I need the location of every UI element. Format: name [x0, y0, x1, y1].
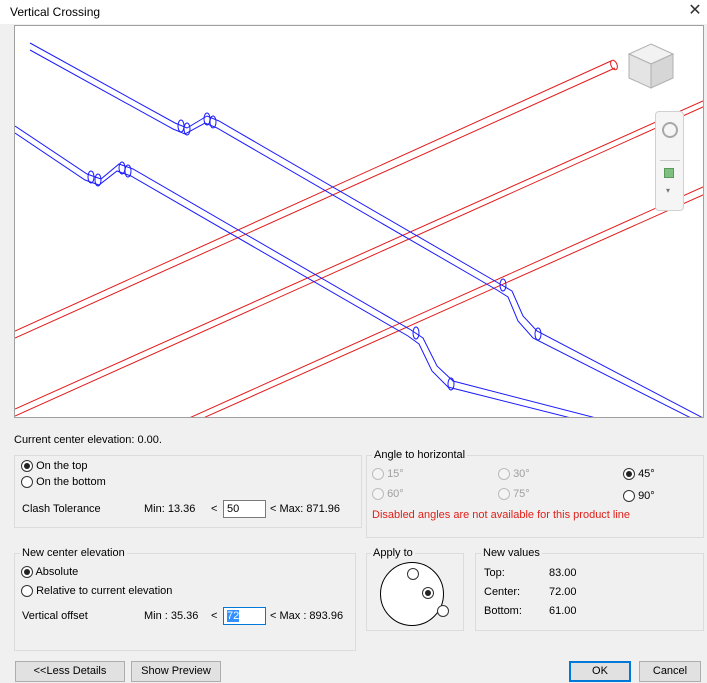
on-bottom-radio-button[interactable]	[21, 476, 33, 489]
clash-lt: <	[211, 503, 218, 515]
on-bottom-label: On the bottom	[36, 476, 106, 488]
vertical-offset-input[interactable]: 72	[223, 607, 266, 625]
close-icon[interactable]: ✕	[685, 1, 705, 21]
angle-15-label: 15°	[387, 468, 404, 480]
new-center-label: Center:	[484, 586, 521, 598]
on-top-radio[interactable]: On the top	[21, 460, 88, 473]
clash-tolerance-input[interactable]: 50	[223, 500, 266, 518]
angle-45-label: 45°	[638, 468, 655, 480]
angle-75-radio	[498, 488, 510, 501]
chevron-down-icon[interactable]: ▾	[666, 186, 670, 195]
viewcube[interactable]	[621, 36, 681, 96]
blue-pipe-upper	[29, 42, 703, 417]
clash-min-label: Min: 13.36	[144, 503, 196, 515]
preview-viewport[interactable]: ▾	[14, 25, 704, 418]
angle-15-radio	[372, 468, 384, 481]
less-details-button[interactable]: <<Less Details	[15, 661, 125, 682]
angle-90-label: 90°	[638, 490, 655, 502]
ok-button[interactable]: OK	[569, 661, 631, 682]
offset-max-label: < Max : 893.96	[270, 610, 344, 622]
on-top-radio-button[interactable]	[21, 460, 33, 473]
angle-60-radio	[372, 488, 384, 501]
navbar-separator	[660, 160, 680, 161]
angle-75-option: 75°	[498, 488, 530, 501]
window-title: Vertical Crossing	[10, 5, 101, 19]
absolute-radio[interactable]: Absolute	[21, 566, 79, 579]
blue-pipe-lower	[15, 125, 595, 417]
angle-30-label: 30°	[513, 468, 530, 480]
current-center-elevation: Current center elevation: 0.00.	[14, 434, 162, 446]
angle-15-option: 15°	[372, 468, 404, 481]
offset-lt: <	[211, 610, 218, 622]
relative-radio[interactable]: Relative to current elevation	[21, 585, 173, 598]
angle-warning: Disabled angles are not available for th…	[372, 509, 631, 521]
new-center-caption: New center elevation	[20, 547, 127, 559]
offset-min-label: Min : 35.36	[144, 610, 199, 622]
vertical-offset-label: Vertical offset	[22, 610, 88, 622]
navigation-bar: ▾	[655, 111, 684, 211]
title-bar	[0, 0, 707, 24]
zoom-window-icon[interactable]	[664, 168, 674, 178]
angle-45-option[interactable]: 45°	[623, 468, 655, 481]
apply-top-radio[interactable]	[407, 568, 419, 581]
new-center-value: 72.00	[549, 586, 577, 598]
vertical-offset-value: 72	[227, 610, 240, 622]
clash-max-label: < Max: 871.96	[270, 503, 341, 515]
show-preview-button[interactable]: Show Preview	[131, 661, 221, 682]
angle-30-radio	[498, 468, 510, 481]
on-top-label: On the top	[36, 460, 88, 472]
relative-label: Relative to current elevation	[36, 585, 173, 597]
new-bottom-value: 61.00	[549, 605, 577, 617]
angle-group-caption: Angle to horizontal	[372, 449, 468, 461]
angle-90-option[interactable]: 90°	[623, 490, 655, 503]
absolute-radio-button[interactable]	[21, 566, 33, 579]
cancel-button[interactable]: Cancel	[639, 661, 701, 682]
on-bottom-radio[interactable]: On the bottom	[21, 476, 106, 489]
clash-tolerance-label: Clash Tolerance	[22, 503, 101, 515]
angle-45-radio[interactable]	[623, 468, 635, 481]
pipe-preview-drawing	[15, 42, 703, 417]
angle-30-option: 30°	[498, 468, 530, 481]
absolute-label: Absolute	[35, 566, 79, 578]
angle-75-label: 75°	[513, 488, 530, 500]
angle-90-radio[interactable]	[623, 490, 635, 503]
new-values-caption: New values	[481, 547, 542, 559]
relative-radio-button[interactable]	[21, 585, 33, 598]
angle-60-label: 60°	[387, 488, 404, 500]
new-bottom-label: Bottom:	[484, 605, 522, 617]
new-top-value: 83.00	[549, 567, 577, 579]
angle-60-option: 60°	[372, 488, 404, 501]
apply-to-caption: Apply to	[371, 547, 415, 559]
new-top-label: Top:	[484, 567, 505, 579]
steering-wheel-icon[interactable]	[662, 122, 678, 138]
